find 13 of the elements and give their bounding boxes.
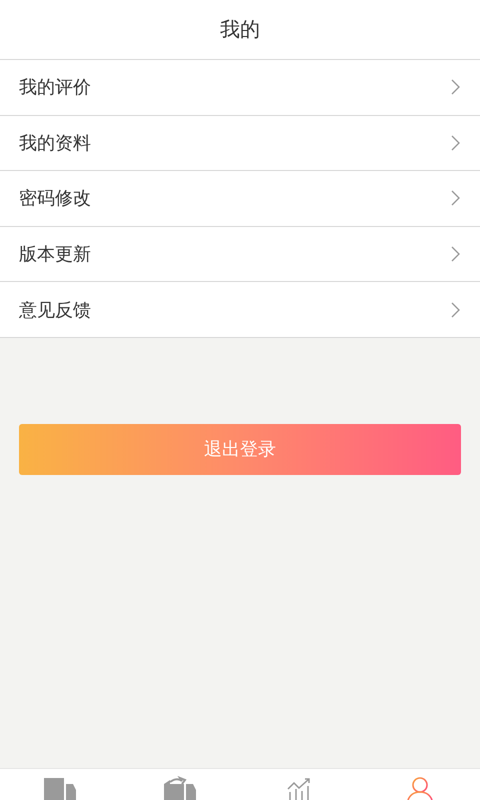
chevron-icon: [451, 190, 460, 206]
page-title: 我的: [220, 16, 260, 43]
menu-item[interactable]: 密码修改: [0, 171, 480, 227]
menu-item[interactable]: 我的评价: [0, 60, 480, 116]
chevron-icon: [451, 79, 460, 96]
menu-item[interactable]: 意见反馈: [0, 282, 480, 338]
truck-icon[interactable]: [42, 776, 78, 800]
chevron-icon: [451, 134, 460, 151]
chevron-icon: [451, 246, 460, 262]
truck-arrow-icon[interactable]: [162, 776, 198, 800]
menu-item[interactable]: 版本更新: [0, 226, 480, 282]
menu-item[interactable]: 我的资料: [0, 116, 480, 172]
chevron-icon: [451, 302, 460, 318]
